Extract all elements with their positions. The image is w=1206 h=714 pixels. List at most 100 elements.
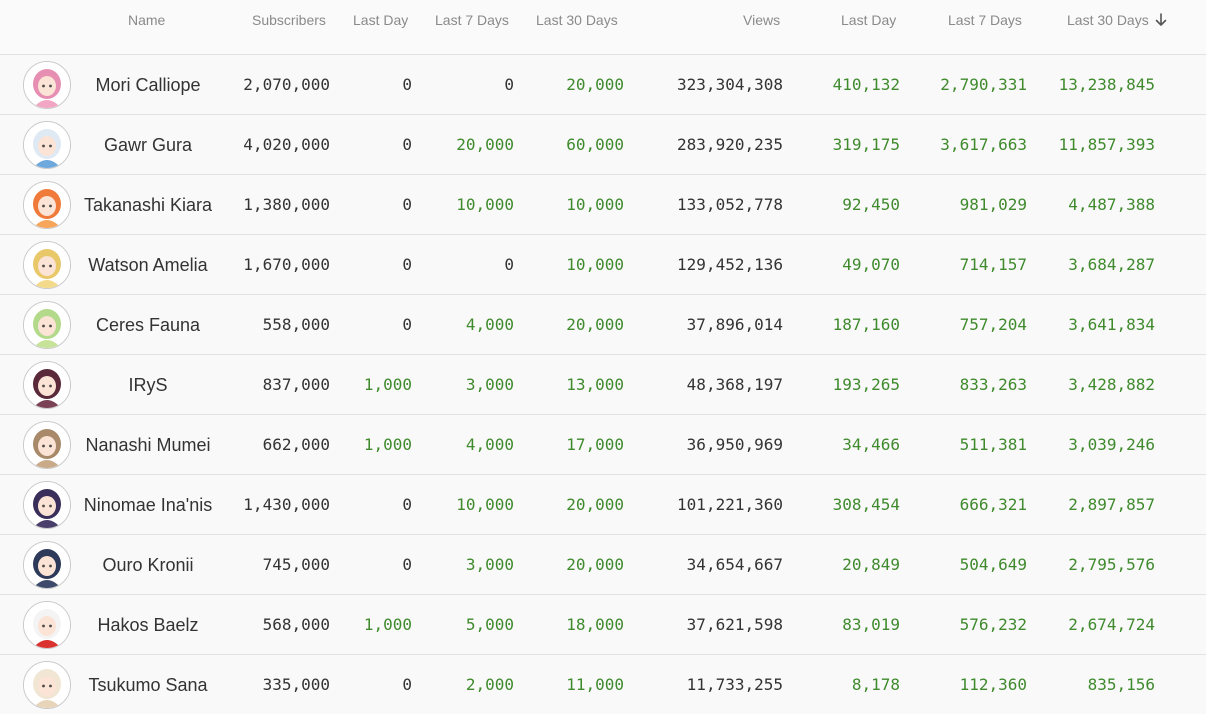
subs-last-30-days-cell: 18,000 — [566, 615, 624, 634]
subs-last-day-cell: 0 — [402, 75, 412, 94]
avatar[interactable] — [23, 481, 71, 529]
views-last-day-cell: 187,160 — [832, 315, 900, 334]
views-cell: 11,733,255 — [686, 675, 783, 694]
name-cell[interactable]: IRyS — [78, 375, 218, 396]
avatar[interactable] — [23, 61, 71, 109]
subs-last-30-days-cell: 20,000 — [566, 495, 624, 514]
table-row[interactable]: Mori Calliope 2,070,000 0 0 20,000 323,304,30… — [0, 55, 1206, 115]
subscribers-cell: 1,430,000 — [243, 495, 330, 514]
column-header-subscribers[interactable]: Subscribers — [252, 12, 326, 28]
views-last-7-days-cell: 666,321 — [959, 495, 1027, 514]
table-row[interactable]: Takanashi Kiara 1,380,000 0 10,000 10,000 133… — [0, 175, 1206, 235]
views-last-7-days-cell: 757,204 — [959, 315, 1027, 334]
views-last-day-cell: 83,019 — [842, 615, 900, 634]
views-last-30-days-cell: 11,857,393 — [1058, 135, 1155, 154]
name-cell[interactable]: Watson Amelia — [78, 255, 218, 276]
avatar[interactable] — [23, 541, 71, 589]
subs-last-day-cell: 0 — [402, 315, 412, 334]
column-header-views-last-30-days[interactable]: Last 30 Days — [1067, 12, 1167, 30]
name-cell[interactable]: Ninomae Ina'nis — [78, 495, 218, 516]
column-header-name[interactable]: Name — [128, 12, 165, 28]
subs-last-30-days-cell: 11,000 — [566, 675, 624, 694]
column-header-subs-last-30-days[interactable]: Last 30 Days — [536, 12, 618, 28]
views-last-30-days-cell: 835,156 — [1087, 675, 1155, 694]
views-last-day-cell: 319,175 — [832, 135, 900, 154]
avatar[interactable] — [23, 661, 71, 709]
views-last-day-cell: 193,265 — [832, 375, 900, 394]
column-header-subs-last-7-days[interactable]: Last 7 Days — [435, 12, 509, 28]
views-cell: 133,052,778 — [677, 195, 783, 214]
name-cell[interactable]: Takanashi Kiara — [78, 195, 218, 216]
column-header-views[interactable]: Views — [743, 12, 780, 28]
subs-last-day-cell: 1,000 — [363, 375, 412, 394]
name-cell[interactable]: Tsukumo Sana — [78, 675, 218, 696]
views-cell: 37,621,598 — [686, 615, 783, 634]
views-last-day-cell: 92,450 — [842, 195, 900, 214]
avatar[interactable] — [23, 601, 71, 649]
name-cell[interactable]: Hakos Baelz — [78, 615, 218, 636]
table-row[interactable]: Nanashi Mumei 662,000 1,000 4,000 17,000 36,9… — [0, 415, 1206, 475]
subs-last-day-cell: 0 — [402, 555, 412, 574]
views-cell: 129,452,136 — [677, 255, 783, 274]
arrow-down-icon[interactable] — [1155, 13, 1167, 30]
subscribers-cell: 1,380,000 — [243, 195, 330, 214]
views-last-30-days-cell: 3,684,287 — [1068, 255, 1155, 274]
subscribers-cell: 568,000 — [262, 615, 330, 634]
subscribers-cell: 745,000 — [262, 555, 330, 574]
table-row[interactable]: Hakos Baelz 568,000 1,000 5,000 18,000 37,621… — [0, 595, 1206, 655]
stats-table: Name Subscribers Last Day Last 7 Days La… — [0, 0, 1206, 714]
subs-last-day-cell: 0 — [402, 675, 412, 694]
avatar[interactable] — [23, 121, 71, 169]
views-last-day-cell: 34,466 — [842, 435, 900, 454]
views-cell: 323,304,308 — [677, 75, 783, 94]
column-header-views-last-day[interactable]: Last Day — [841, 12, 896, 28]
name-cell[interactable]: Ouro Kronii — [78, 555, 218, 576]
views-last-30-days-cell: 4,487,388 — [1068, 195, 1155, 214]
subs-last-7-days-cell: 10,000 — [456, 495, 514, 514]
subs-last-day-cell: 1,000 — [363, 615, 412, 634]
subs-last-30-days-cell: 10,000 — [566, 255, 624, 274]
table-row[interactable]: Ceres Fauna 558,000 0 4,000 20,000 37,896,014… — [0, 295, 1206, 355]
views-last-7-days-cell: 714,157 — [959, 255, 1027, 274]
subs-last-30-days-cell: 17,000 — [566, 435, 624, 454]
avatar[interactable] — [23, 361, 71, 409]
table-row[interactable]: IRyS 837,000 1,000 3,000 13,000 48,368,197 193… — [0, 355, 1206, 415]
avatar[interactable] — [23, 301, 71, 349]
table-row[interactable]: Ouro Kronii 745,000 0 3,000 20,000 34,654,667… — [0, 535, 1206, 595]
subs-last-30-days-cell: 10,000 — [566, 195, 624, 214]
views-cell: 283,920,235 — [677, 135, 783, 154]
views-last-day-cell: 410,132 — [832, 75, 900, 94]
column-header-views-last-30-days-label: Last 30 Days — [1067, 12, 1149, 28]
name-cell[interactable]: Ceres Fauna — [78, 315, 218, 336]
name-cell[interactable]: Gawr Gura — [78, 135, 218, 156]
name-cell[interactable]: Mori Calliope — [78, 75, 218, 96]
views-last-30-days-cell: 3,428,882 — [1068, 375, 1155, 394]
views-last-30-days-cell: 2,795,576 — [1068, 555, 1155, 574]
avatar[interactable] — [23, 181, 71, 229]
subs-last-7-days-cell: 10,000 — [456, 195, 514, 214]
table-row[interactable]: Ninomae Ina'nis 1,430,000 0 10,000 20,000 101… — [0, 475, 1206, 535]
table-row[interactable]: Tsukumo Sana 335,000 0 2,000 11,000 11,733,25… — [0, 655, 1206, 714]
subs-last-7-days-cell: 4,000 — [465, 435, 514, 454]
subs-last-day-cell: 0 — [402, 195, 412, 214]
views-cell: 34,654,667 — [686, 555, 783, 574]
subscribers-cell: 335,000 — [262, 675, 330, 694]
subs-last-7-days-cell: 4,000 — [465, 315, 514, 334]
table-body: Mori Calliope 2,070,000 0 0 20,000 323,304,30… — [0, 55, 1206, 714]
avatar[interactable] — [23, 421, 71, 469]
subs-last-30-days-cell: 60,000 — [566, 135, 624, 154]
views-cell: 36,950,969 — [686, 435, 783, 454]
column-header-subs-last-day[interactable]: Last Day — [353, 12, 408, 28]
subs-last-30-days-cell: 20,000 — [566, 75, 624, 94]
table-row[interactable]: Gawr Gura 4,020,000 0 20,000 60,000 283,920,2… — [0, 115, 1206, 175]
views-last-day-cell: 308,454 — [832, 495, 900, 514]
views-last-day-cell: 8,178 — [851, 675, 900, 694]
column-header-views-last-7-days[interactable]: Last 7 Days — [948, 12, 1022, 28]
name-cell[interactable]: Nanashi Mumei — [78, 435, 218, 456]
subscribers-cell: 1,670,000 — [243, 255, 330, 274]
subs-last-day-cell: 0 — [402, 135, 412, 154]
subs-last-7-days-cell: 5,000 — [465, 615, 514, 634]
table-row[interactable]: Watson Amelia 1,670,000 0 0 10,000 129,452,13… — [0, 235, 1206, 295]
views-last-30-days-cell: 3,039,246 — [1068, 435, 1155, 454]
avatar[interactable] — [23, 241, 71, 289]
